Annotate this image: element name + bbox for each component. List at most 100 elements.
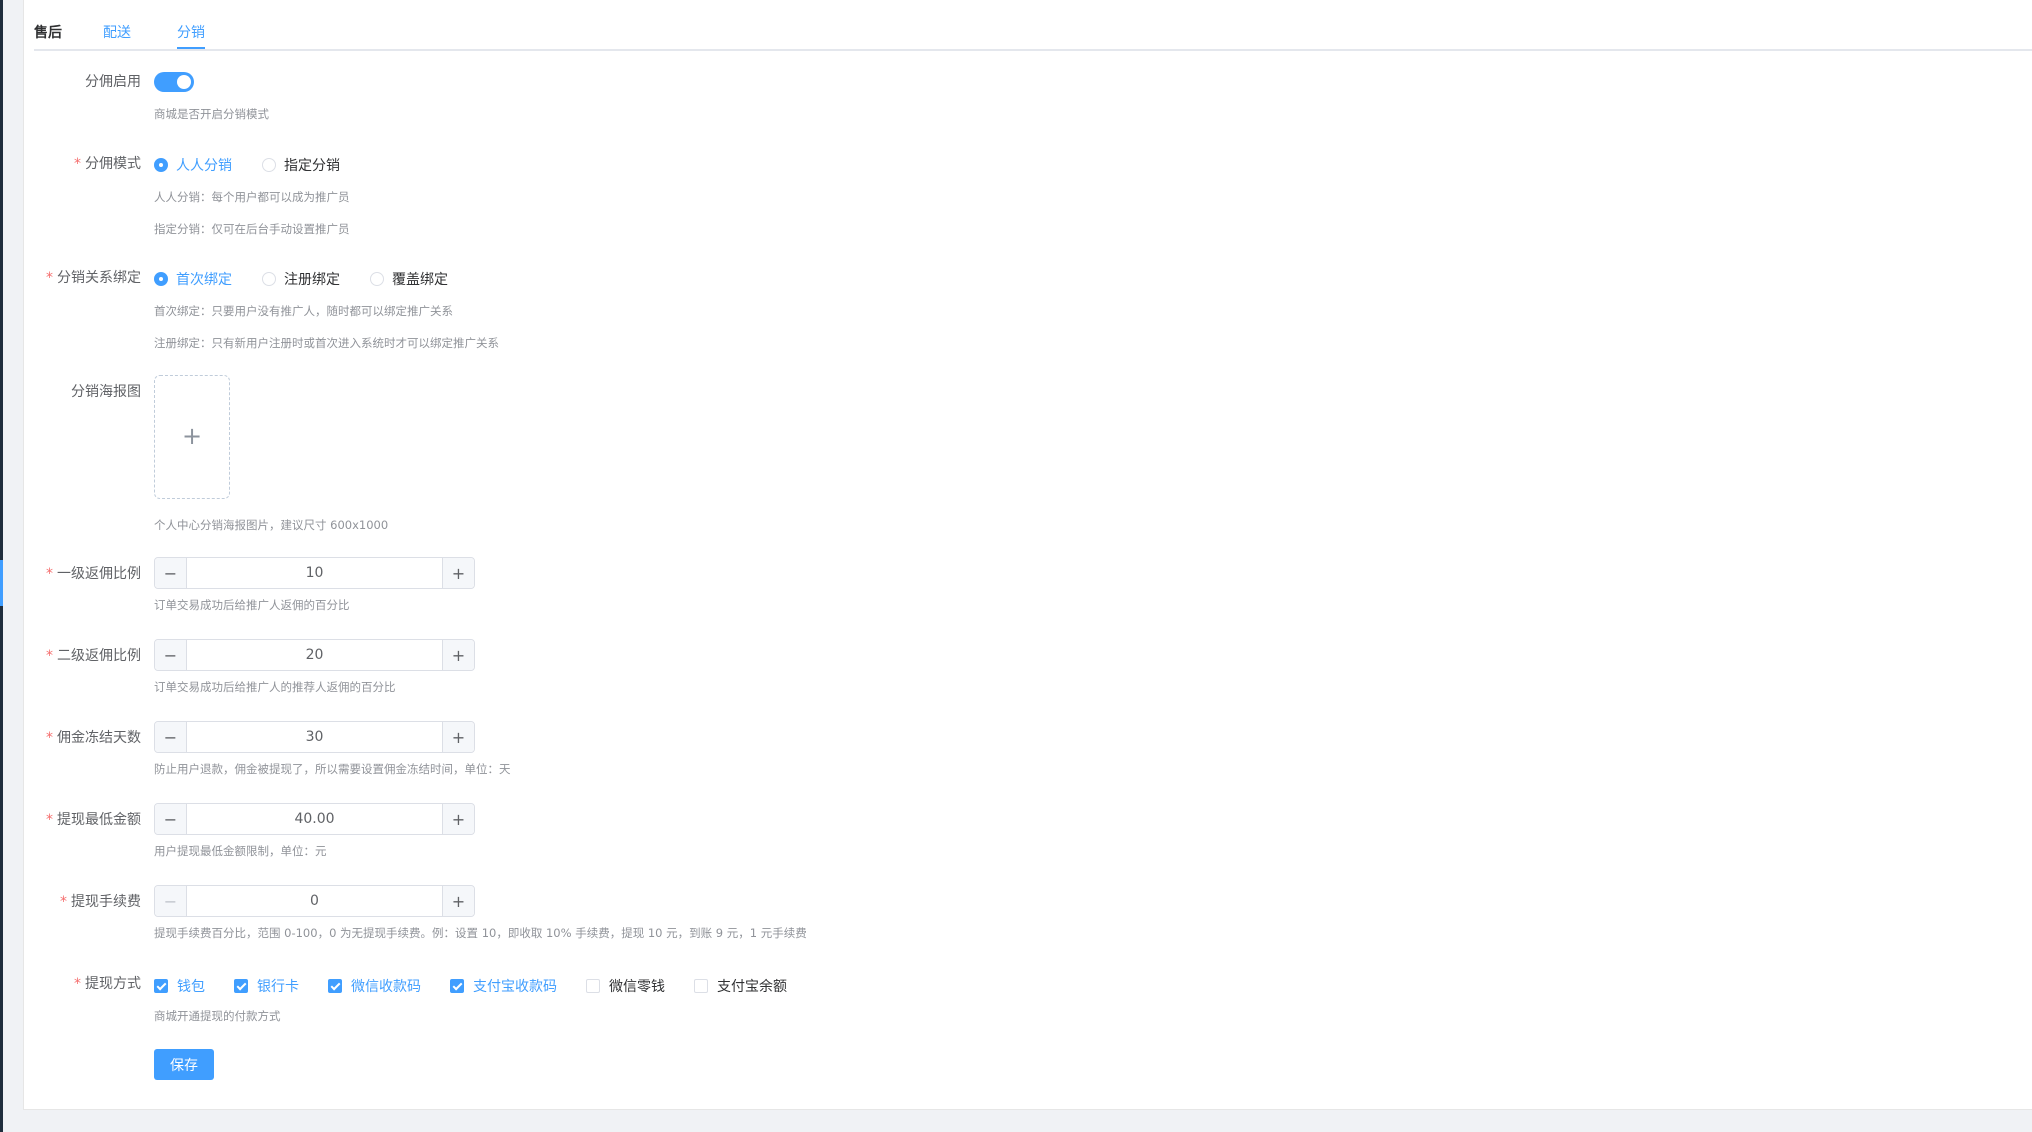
commission-mode-label: * 分佣模式: [74, 155, 141, 173]
tabs-bar: 售后 配送 分销: [34, 0, 2032, 51]
freeze-days-label-text: 佣金冻结天数: [57, 730, 141, 746]
radio-circle: [154, 272, 168, 286]
tab-active-bar: [177, 47, 205, 49]
withdraw-fee-hint: 提现手续费百分比，范围 0-100，0 为无提现手续费。例：设置 10，即收取 …: [154, 926, 807, 940]
radio-circle: [262, 272, 276, 286]
poster-label: 分销海报图: [71, 383, 141, 401]
commission-enabled-label: 分佣启用: [85, 73, 141, 91]
checkbox-label: 微信零钱: [609, 979, 665, 995]
level1-label: * 一级返佣比例: [46, 565, 141, 583]
level2-stepper: − +: [154, 639, 475, 671]
settings-card: 售后 配送 分销 分佣启用 商城是否开启分销模式 * 分佣模式 人人分销 指定分销…: [23, 0, 2032, 1110]
plus-button[interactable]: +: [442, 722, 474, 752]
required-mark: *: [46, 648, 53, 664]
binding-hint-2: 注册绑定：只有新用户注册时或首次进入系统时才可以绑定推广关系: [154, 336, 499, 350]
checkbox-box: [694, 979, 708, 993]
minus-button[interactable]: −: [155, 804, 187, 834]
commission-mode-label-text: 分佣模式: [85, 156, 141, 172]
radio-label: 注册绑定: [284, 272, 340, 288]
checkbox-alipay-balance[interactable]: 支付宝余额: [694, 976, 787, 996]
required-mark: *: [46, 812, 53, 828]
commission-enabled-switch[interactable]: [154, 72, 194, 92]
checkbox-label: 钱包: [177, 979, 205, 995]
radio-circle: [262, 158, 276, 172]
required-mark: *: [74, 156, 81, 172]
min-withdraw-input[interactable]: [188, 804, 441, 834]
required-mark: *: [46, 270, 53, 286]
level1-stepper: − +: [154, 557, 475, 589]
tab-distribution[interactable]: 分销: [177, 24, 205, 42]
withdraw-methods-hint: 商城开通提现的付款方式: [154, 1009, 281, 1023]
plus-button[interactable]: +: [442, 558, 474, 588]
level1-hint: 订单交易成功后给推广人返佣的百分比: [154, 598, 350, 612]
min-withdraw-stepper: − +: [154, 803, 475, 835]
radio-override-binding[interactable]: 覆盖绑定: [370, 269, 448, 289]
left-accent: [0, 560, 3, 606]
required-mark: *: [46, 730, 53, 746]
checkbox-label: 支付宝收款码: [473, 979, 557, 995]
poster-upload[interactable]: +: [154, 375, 230, 499]
poster-label-text: 分销海报图: [71, 384, 141, 400]
minus-button[interactable]: −: [155, 640, 187, 670]
plus-icon: +: [181, 422, 203, 450]
minus-button[interactable]: −: [155, 558, 187, 588]
checkbox-wechat-change[interactable]: 微信零钱: [586, 976, 665, 996]
switch-knob: [177, 75, 191, 89]
freeze-days-hint: 防止用户退款，佣金被提现了，所以需要设置佣金冻结时间，单位：天: [154, 762, 511, 776]
withdraw-fee-stepper: − +: [154, 885, 475, 917]
level2-label-text: 二级返佣比例: [57, 648, 141, 664]
minus-button[interactable]: −: [155, 886, 187, 916]
plus-button[interactable]: +: [442, 804, 474, 834]
checkbox-wallet[interactable]: 钱包: [154, 976, 205, 996]
level2-label: * 二级返佣比例: [46, 647, 141, 665]
withdraw-fee-label: * 提现手续费: [60, 893, 141, 911]
commission-mode-hint-1: 人人分销：每个用户都可以成为推广员: [154, 190, 350, 204]
checkbox-label: 银行卡: [257, 979, 299, 995]
poster-hint: 个人中心分销海报图片，建议尺寸 600x1000: [154, 518, 389, 532]
checkbox-box: [328, 979, 342, 993]
required-mark: *: [74, 976, 81, 992]
radio-circle: [154, 158, 168, 172]
withdraw-fee-label-text: 提现手续费: [71, 894, 141, 910]
radio-circle: [370, 272, 384, 286]
checkbox-box: [450, 979, 464, 993]
checkbox-bank-card[interactable]: 银行卡: [234, 976, 299, 996]
checkbox-alipay-qr[interactable]: 支付宝收款码: [450, 976, 557, 996]
freeze-days-label: * 佣金冻结天数: [46, 729, 141, 747]
plus-button[interactable]: +: [442, 886, 474, 916]
binding-label-text: 分销关系绑定: [57, 270, 141, 286]
commission-enabled-hint: 商城是否开启分销模式: [154, 107, 269, 121]
withdraw-fee-input[interactable]: [188, 886, 441, 916]
withdraw-methods-label: * 提现方式: [74, 975, 141, 993]
radio-first-binding[interactable]: 首次绑定: [154, 269, 232, 289]
commission-mode-hint-2: 指定分销：仅可在后台手动设置推广员: [154, 222, 350, 236]
withdraw-methods-label-text: 提现方式: [85, 976, 141, 992]
freeze-days-stepper: − +: [154, 721, 475, 753]
checkbox-box: [154, 979, 168, 993]
radio-designated-distribution[interactable]: 指定分销: [262, 155, 340, 175]
tab-after-sale[interactable]: 售后: [34, 24, 62, 42]
level2-hint: 订单交易成功后给推广人的推荐人返佣的百分比: [154, 680, 396, 694]
min-withdraw-hint: 用户提现最低金额限制，单位：元: [154, 844, 327, 858]
min-withdraw-label: * 提现最低金额: [46, 811, 141, 829]
tab-delivery[interactable]: 配送: [103, 24, 131, 42]
checkbox-wechat-qr[interactable]: 微信收款码: [328, 976, 421, 996]
radio-label: 指定分销: [284, 158, 340, 174]
required-mark: *: [60, 894, 67, 910]
plus-button[interactable]: +: [442, 640, 474, 670]
level1-input[interactable]: [188, 558, 441, 588]
radio-label: 覆盖绑定: [392, 272, 448, 288]
radio-label: 人人分销: [176, 158, 232, 174]
minus-button[interactable]: −: [155, 722, 187, 752]
binding-label: * 分销关系绑定: [46, 269, 141, 287]
commission-enabled-label-text: 分佣启用: [85, 74, 141, 90]
radio-everyone-distribution[interactable]: 人人分销: [154, 155, 232, 175]
required-mark: *: [46, 566, 53, 582]
save-button[interactable]: 保存: [154, 1049, 214, 1080]
checkbox-box: [586, 979, 600, 993]
freeze-days-input[interactable]: [188, 722, 441, 752]
radio-register-binding[interactable]: 注册绑定: [262, 269, 340, 289]
level1-label-text: 一级返佣比例: [57, 566, 141, 582]
binding-hint-1: 首次绑定：只要用户没有推广人，随时都可以绑定推广关系: [154, 304, 453, 318]
level2-input[interactable]: [188, 640, 441, 670]
